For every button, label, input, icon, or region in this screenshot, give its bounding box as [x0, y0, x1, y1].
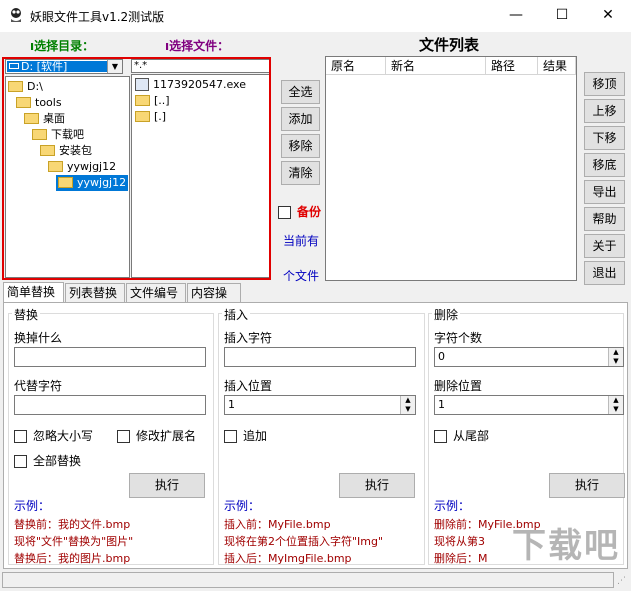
modify-ext-checkbox[interactable]: 修改扩展名 [117, 427, 196, 444]
insert-pos-value: 1 [228, 398, 235, 411]
ignore-case-box[interactable] [14, 430, 27, 443]
insert-pos-stepper[interactable]: 1 ▲ ▼ [224, 395, 416, 415]
file-list-title: 文件列表 [419, 36, 480, 54]
select-all-button[interactable]: 全选 [281, 80, 320, 104]
append-checkbox[interactable]: 追加 [224, 427, 267, 444]
ignore-case-checkbox[interactable]: 忽略大小写 [14, 427, 93, 444]
backup-label: 备份 [297, 205, 322, 219]
delete-count-label: 字符个数 [434, 331, 483, 345]
maximize-button[interactable]: ☐ [539, 0, 585, 30]
replace-exec-button[interactable]: 执行 [129, 473, 205, 498]
delete-exec-button[interactable]: 执行 [549, 473, 625, 498]
highlight-frame [2, 57, 271, 280]
minimize-button[interactable]: — [493, 0, 539, 30]
spin-arrows-icon[interactable]: ▲ ▼ [608, 348, 623, 366]
exit-button[interactable]: 退出 [584, 261, 625, 285]
from-end-box[interactable] [434, 430, 447, 443]
modify-ext-label: 修改扩展名 [136, 429, 197, 443]
delete-example-2: 现将从第3 [434, 535, 485, 548]
title-bar: 妖眼文件工具v1.2测试版 — ☐ ✕ [0, 0, 631, 32]
watermark-logo: 下载吧 [512, 526, 620, 566]
backup-checkbox-box[interactable] [278, 206, 291, 219]
tab-file-numbering[interactable]: 文件编号 [126, 283, 186, 302]
about-button[interactable]: 关于 [584, 234, 625, 258]
count-suffix-label: 个文件 [283, 269, 320, 283]
select-dir-label: ı选择目录： [30, 39, 95, 53]
find-input[interactable] [14, 347, 206, 367]
tab-content-panel: 替换 换掉什么 代替字符 忽略大小写 修改扩展名 全部替换 执行 示例： 替换前… [3, 302, 628, 569]
window-title: 妖眼文件工具v1.2测试版 [30, 10, 165, 24]
insert-chars-label: 插入字符 [224, 331, 273, 345]
delete-count-value: 0 [438, 350, 445, 363]
ignore-case-label: 忽略大小写 [33, 429, 94, 443]
insert-example-label: 示例： [224, 499, 261, 513]
insert-chars-input[interactable] [224, 347, 416, 367]
app-icon [8, 7, 24, 23]
tab-bar: 简单替换 列表替换 文件编号 内容操作 [0, 282, 631, 319]
column-result[interactable]: 结果 [538, 57, 576, 75]
replace-example-3: 替换后：我的图片.bmp [14, 552, 131, 565]
insert-pos-label: 插入位置 [224, 379, 273, 393]
close-button[interactable]: ✕ [585, 0, 631, 30]
append-box[interactable] [224, 430, 237, 443]
delete-pos-label: 删除位置 [434, 379, 483, 393]
remove-button[interactable]: 移除 [281, 134, 320, 158]
select-file-label: ı选择文件： [165, 39, 230, 53]
insert-example-2: 现将在第2个位置插入字符"Img" [224, 535, 384, 548]
delete-example-label: 示例： [434, 499, 471, 513]
move-top-button[interactable]: 移顶 [584, 72, 625, 96]
resize-grip-icon[interactable]: ⋰ [617, 575, 629, 587]
help-button[interactable]: 帮助 [584, 207, 625, 231]
replace-all-label: 全部替换 [33, 454, 82, 468]
replace-example-2: 现将"文件"替换为"图片" [14, 535, 134, 548]
find-label: 换掉什么 [14, 331, 63, 345]
append-label: 追加 [243, 429, 268, 443]
spin-arrows-icon[interactable]: ▲ ▼ [400, 396, 415, 414]
move-bottom-button[interactable]: 移底 [584, 153, 625, 177]
with-label: 代替字符 [14, 379, 63, 393]
insert-example-3: 插入后：MyImgFile.bmp [224, 552, 352, 565]
replace-example-label: 示例： [14, 499, 51, 513]
status-bar: ⋰ [0, 570, 631, 591]
add-button[interactable]: 添加 [281, 107, 320, 131]
insert-group-title: 插入 [222, 306, 251, 323]
delete-pos-stepper[interactable]: 1 ▲ ▼ [434, 395, 624, 415]
spin-arrows-icon[interactable]: ▲ ▼ [608, 396, 623, 414]
tab-simple-replace[interactable]: 简单替换 [3, 282, 64, 303]
export-button[interactable]: 导出 [584, 180, 625, 204]
column-original-name[interactable]: 原名 [326, 57, 386, 75]
replace-all-checkbox[interactable]: 全部替换 [14, 452, 81, 469]
tab-list-replace[interactable]: 列表替换 [65, 283, 125, 302]
replace-group-title: 替换 [12, 306, 41, 323]
delete-pos-value: 1 [438, 398, 445, 411]
replace-with-input[interactable] [14, 395, 206, 415]
clear-button[interactable]: 清除 [281, 161, 320, 185]
delete-count-stepper[interactable]: 0 ▲ ▼ [434, 347, 624, 367]
delete-group-title: 删除 [432, 306, 461, 323]
status-cell [2, 572, 614, 588]
backup-checkbox[interactable]: 备份 [278, 203, 321, 220]
column-path[interactable]: 路径 [486, 57, 538, 75]
insert-example-1: 插入前：MyFile.bmp [224, 518, 331, 531]
from-end-label: 从尾部 [453, 429, 490, 443]
delete-example-3: 删除后：M [434, 552, 488, 565]
replace-all-box[interactable] [14, 455, 27, 468]
move-up-button[interactable]: 上移 [584, 99, 625, 123]
replace-example-1: 替换前：我的文件.bmp [14, 518, 131, 531]
current-count-label: 当前有 [283, 234, 320, 248]
insert-exec-button[interactable]: 执行 [339, 473, 415, 498]
from-end-checkbox[interactable]: 从尾部 [434, 427, 489, 444]
file-list-table[interactable]: 原名 新名 路径 结果 [325, 56, 577, 281]
modify-ext-box[interactable] [117, 430, 130, 443]
move-down-button[interactable]: 下移 [584, 126, 625, 150]
column-new-name[interactable]: 新名 [386, 57, 486, 75]
tab-content-operation[interactable]: 内容操作 [187, 283, 241, 319]
